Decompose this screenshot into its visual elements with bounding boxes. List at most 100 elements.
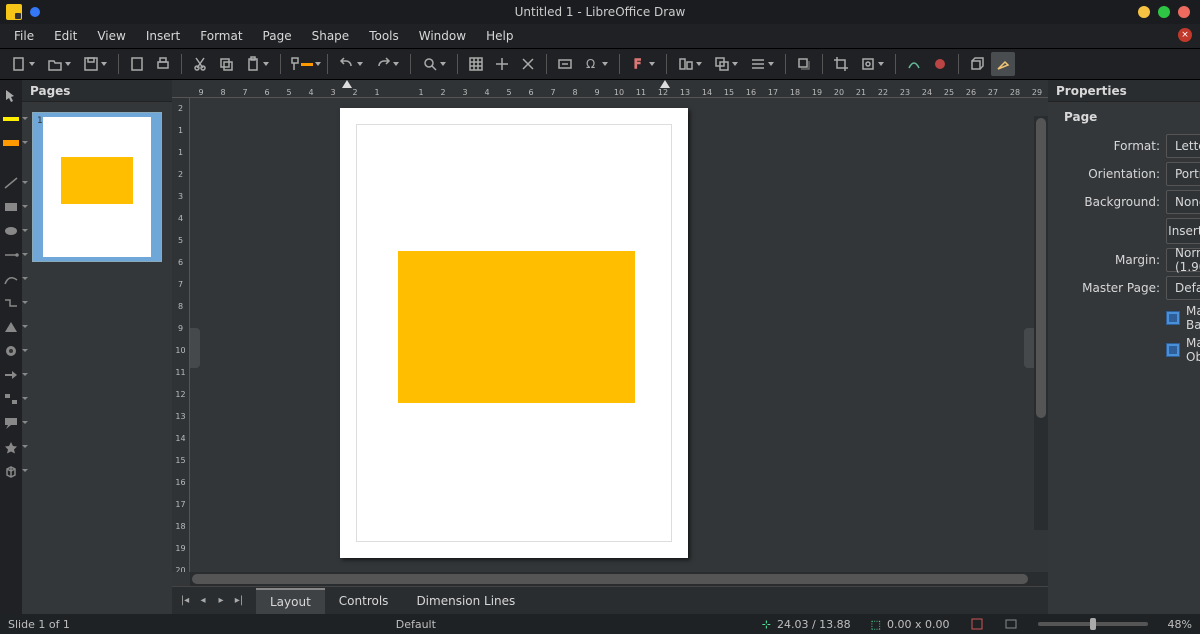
crop-button[interactable] bbox=[829, 52, 853, 76]
master-background-checkbox[interactable] bbox=[1166, 311, 1180, 325]
line-tool[interactable] bbox=[0, 174, 22, 192]
arrange-button[interactable] bbox=[709, 52, 743, 76]
window-maximize-button[interactable] bbox=[1158, 6, 1170, 18]
page-thumbnail-number: 1 bbox=[37, 116, 43, 126]
menu-tools[interactable]: Tools bbox=[359, 26, 409, 46]
cut-button[interactable] bbox=[188, 52, 212, 76]
distribute-button[interactable] bbox=[745, 52, 779, 76]
pages-panel-header: Pages bbox=[22, 80, 172, 102]
tab-controls[interactable]: Controls bbox=[325, 588, 403, 613]
insert-image-button[interactable]: Insert Image... bbox=[1166, 218, 1200, 244]
gluepoints-button[interactable] bbox=[928, 52, 952, 76]
menu-view[interactable]: View bbox=[87, 26, 135, 46]
window-close-button[interactable] bbox=[1178, 6, 1190, 18]
undo-button[interactable] bbox=[334, 52, 368, 76]
menu-page[interactable]: Page bbox=[253, 26, 302, 46]
snap-guides-button[interactable] bbox=[490, 52, 514, 76]
format-select[interactable]: Letter bbox=[1166, 134, 1200, 158]
fontwork-button[interactable]: F bbox=[626, 52, 660, 76]
titlebar: Untitled 1 - LibreOffice Draw bbox=[0, 0, 1200, 24]
page-section-title: Page bbox=[1064, 104, 1200, 130]
window-minimize-button[interactable] bbox=[1138, 6, 1150, 18]
collapse-properties-button[interactable] bbox=[1024, 328, 1034, 368]
extrusion-button[interactable] bbox=[965, 52, 989, 76]
background-select[interactable]: None bbox=[1166, 190, 1200, 214]
align-button[interactable] bbox=[673, 52, 707, 76]
line-ends-tool[interactable] bbox=[0, 246, 22, 264]
print-button[interactable] bbox=[151, 52, 175, 76]
svg-text:F: F bbox=[634, 57, 641, 71]
zoom-fit-button[interactable] bbox=[1004, 617, 1018, 631]
window-title: Untitled 1 - LibreOffice Draw bbox=[515, 5, 686, 19]
first-tab-button[interactable]: |◂ bbox=[178, 594, 192, 608]
select-tool[interactable] bbox=[0, 86, 22, 104]
next-tab-button[interactable]: ▸ bbox=[214, 594, 228, 608]
menu-help[interactable]: Help bbox=[476, 26, 523, 46]
menu-format[interactable]: Format bbox=[190, 26, 252, 46]
drawing-canvas[interactable] bbox=[190, 98, 1048, 572]
statusbar: Slide 1 of 1 Default ⊹24.03 / 13.88 ⬚0.0… bbox=[0, 614, 1200, 634]
star-tool[interactable] bbox=[0, 438, 22, 456]
basic-shapes-tool[interactable] bbox=[0, 318, 22, 336]
show-draw-functions-button[interactable] bbox=[991, 52, 1015, 76]
menu-insert[interactable]: Insert bbox=[136, 26, 190, 46]
arrow-shapes-tool[interactable] bbox=[0, 366, 22, 384]
master-background-label: Master Background bbox=[1186, 304, 1200, 332]
document-close-button[interactable]: × bbox=[1178, 28, 1192, 42]
redo-button[interactable] bbox=[370, 52, 404, 76]
properties-panel-header: Properties bbox=[1048, 80, 1200, 102]
open-button[interactable] bbox=[42, 52, 76, 76]
tab-layout[interactable]: Layout bbox=[256, 588, 325, 614]
shape-rectangle[interactable] bbox=[398, 251, 635, 403]
properties-panel: Properties Page Format: Letter Orientati… bbox=[1048, 80, 1200, 614]
master-page-select[interactable]: Default bbox=[1166, 276, 1200, 300]
symbol-shapes-tool[interactable] bbox=[0, 342, 22, 360]
textbox-button[interactable] bbox=[553, 52, 577, 76]
vertical-scrollbar[interactable] bbox=[1034, 116, 1048, 530]
status-save-icon[interactable] bbox=[970, 617, 984, 631]
collapse-pages-button[interactable] bbox=[190, 328, 200, 368]
pages-panel: Pages 1 bbox=[22, 80, 172, 614]
fill-color-tool[interactable] bbox=[0, 134, 22, 152]
rectangle-tool[interactable] bbox=[0, 198, 22, 216]
horizontal-ruler[interactable]: 9876543211234567891011121314151617181920… bbox=[172, 80, 1048, 98]
zoom-value[interactable]: 48% bbox=[1168, 618, 1192, 631]
orientation-select[interactable]: Portrait bbox=[1166, 162, 1200, 186]
export-pdf-button[interactable] bbox=[125, 52, 149, 76]
flowchart-tool[interactable] bbox=[0, 390, 22, 408]
new-button[interactable] bbox=[6, 52, 40, 76]
menu-file[interactable]: File bbox=[4, 26, 44, 46]
status-layer[interactable]: Default bbox=[396, 618, 436, 631]
filter-button[interactable] bbox=[855, 52, 889, 76]
ellipse-tool[interactable] bbox=[0, 222, 22, 240]
clone-formatting-button[interactable] bbox=[287, 52, 321, 76]
toggle-point-edit-button[interactable] bbox=[902, 52, 926, 76]
callout-tool[interactable] bbox=[0, 414, 22, 432]
page-thumbnail-1[interactable]: 1 bbox=[32, 112, 162, 262]
special-char-button[interactable]: Ω bbox=[579, 52, 613, 76]
paste-button[interactable] bbox=[240, 52, 274, 76]
menu-window[interactable]: Window bbox=[409, 26, 476, 46]
shadow-button[interactable] bbox=[792, 52, 816, 76]
margin-select[interactable]: Normal (1.90 cm) bbox=[1166, 248, 1200, 272]
save-button[interactable] bbox=[78, 52, 112, 76]
helplines-button[interactable] bbox=[516, 52, 540, 76]
last-tab-button[interactable]: ▸| bbox=[232, 594, 246, 608]
vertical-ruler[interactable]: 2112345678910111213141516171819202122232… bbox=[172, 98, 190, 572]
connector-tool[interactable] bbox=[0, 294, 22, 312]
zoom-slider[interactable] bbox=[1038, 622, 1148, 626]
3d-tool[interactable] bbox=[0, 462, 22, 480]
grid-button[interactable] bbox=[464, 52, 488, 76]
app-icon bbox=[6, 4, 22, 20]
zoom-button[interactable] bbox=[417, 52, 451, 76]
copy-button[interactable] bbox=[214, 52, 238, 76]
master-objects-checkbox[interactable] bbox=[1166, 343, 1180, 357]
tab-dimension-lines[interactable]: Dimension Lines bbox=[402, 588, 529, 613]
line-color-tool[interactable] bbox=[0, 110, 22, 128]
horizontal-scrollbar[interactable] bbox=[190, 572, 1048, 586]
prev-tab-button[interactable]: ◂ bbox=[196, 594, 210, 608]
curve-tool[interactable] bbox=[0, 270, 22, 288]
menubar: File Edit View Insert Format Page Shape … bbox=[0, 24, 1200, 48]
menu-edit[interactable]: Edit bbox=[44, 26, 87, 46]
menu-shape[interactable]: Shape bbox=[302, 26, 360, 46]
